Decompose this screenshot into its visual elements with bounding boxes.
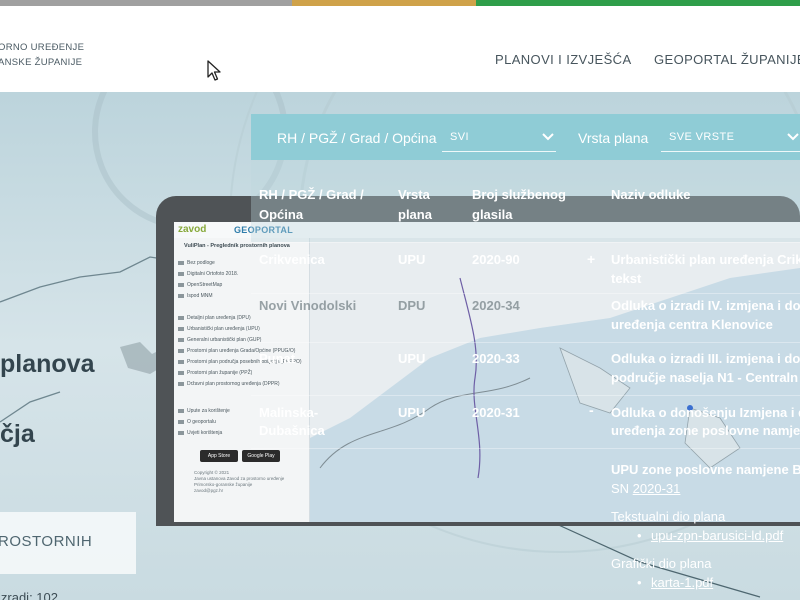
cell-area: Punat xyxy=(259,351,296,366)
cell-type: UPU xyxy=(398,351,426,366)
detail-gazette-link[interactable]: 2020-31 xyxy=(633,481,681,496)
cell-name-line2[interactable]: područje naselja N1 - Centraln xyxy=(611,369,798,387)
screen-layer-item: Bez podloge xyxy=(178,260,215,266)
screen-googleplay-button: Google Play xyxy=(242,450,280,462)
filter-bar: RH / PGŽ / Grad / Općina SVI Vrsta plana… xyxy=(251,114,800,160)
screen-layer-item: Prostorni plan županije (PPŽ) xyxy=(178,370,252,376)
cell-area: Crikvenica xyxy=(259,252,325,267)
filter-area-label: RH / PGŽ / Grad / Općina xyxy=(277,130,437,146)
screen-copyright: zavod@pgz.hr xyxy=(194,488,224,493)
detail-title-prefix: SN xyxy=(611,481,633,496)
hero-info-box-text: ROSTORNIH xyxy=(0,533,93,550)
detail-title-line2: SN 2020-31 xyxy=(611,480,680,498)
cell-name-line2[interactable]: uređenja zone poslovne namje xyxy=(611,422,800,440)
column-header-type[interactable]: Vrsta plana xyxy=(398,185,458,225)
cell-gazette: 2020-90 xyxy=(472,252,520,267)
cell-name-line1[interactable]: Odluka o izradi III. izmjena i dop xyxy=(611,350,800,368)
detail-graphic-file-link[interactable]: karta-1.pdf xyxy=(637,574,713,592)
logo-text-line2[interactable]: ANSKE ŽUPANIJE xyxy=(0,57,82,68)
nav-geoportal-zupanije[interactable]: GEOPORTAL ŽUPANIJE xyxy=(654,52,800,67)
row-divider xyxy=(251,342,800,343)
site-header: ORNO UREĐENJE ANSKE ŽUPANIJE PLANOVI I I… xyxy=(0,6,800,92)
cell-gazette: 2020-34 xyxy=(472,298,520,313)
cell-area: Novi Vinodolski xyxy=(259,298,357,313)
row-divider xyxy=(251,448,800,449)
logo-text-line1[interactable]: ORNO UREĐENJE xyxy=(0,42,84,53)
cell-name-line1[interactable]: Urbanistički plan uređenja Crik xyxy=(611,251,800,269)
detail-title-line1: UPU zone poslovne namjene B xyxy=(611,462,800,477)
filter-type-select[interactable]: SVE VRSTE xyxy=(661,125,800,152)
cell-type: DPU xyxy=(398,298,426,313)
screen-layer-panel: VuliPlan - Pregledník prostornih planova… xyxy=(174,238,310,522)
screen-layer-item: Generalni urbanistički plan (GUP) xyxy=(178,337,261,343)
filter-type-label: Vrsta plana xyxy=(578,130,649,146)
screen-appstore-button: App Store xyxy=(200,450,238,462)
hero-title-line1: planova xyxy=(0,350,95,378)
column-header-area[interactable]: RH / PGŽ / Grad / Općina xyxy=(259,185,379,225)
mouse-cursor-icon xyxy=(207,60,221,81)
detail-text-file-link[interactable]: upu-zpn-barusici-ld.pdf xyxy=(637,527,783,545)
chevron-down-icon xyxy=(542,133,554,141)
row-divider xyxy=(251,242,800,243)
cell-area-line1: Malinska- xyxy=(259,405,319,420)
filter-area-select[interactable]: SVI xyxy=(442,125,556,152)
detail-graphic-label: Grafički dio plana xyxy=(611,556,712,571)
cell-gazette: 2020-33 xyxy=(472,351,520,366)
cell-name-line1[interactable]: Odluka o izradi IV. izmjena i do xyxy=(611,297,800,315)
screen-layer-item: Ispod MNM xyxy=(178,293,213,299)
screen-copyright: Primorsko-goranske županije xyxy=(194,482,253,487)
chevron-down-icon xyxy=(787,133,799,141)
screen-layer-item: Državni plan prostornog uređenja (DPPR) xyxy=(178,381,280,387)
cell-gazette: 2020-31 xyxy=(472,405,520,420)
screen-menu-item: Uvjeti korištenja xyxy=(178,430,222,436)
expand-toggle[interactable]: + xyxy=(587,251,595,267)
screen-layer-item: Detaljni plan uređenja (DPU) xyxy=(178,315,251,321)
screen-copyright: Javna ustanova Zavod za prostorno uređen… xyxy=(194,476,285,481)
screen-panel-title: VuliPlan - Pregledník prostornih planova xyxy=(184,243,290,249)
cell-name-line2[interactable]: tekst xyxy=(611,270,641,288)
cell-type: UPU xyxy=(398,252,426,267)
filter-type-value: SVE VRSTE xyxy=(669,131,735,143)
screen-logo: zavod xyxy=(178,224,207,235)
hero-title-line2: čja xyxy=(0,420,35,448)
nav-planovi-izvjesca[interactable]: PLANOVI I IZVJEŠĆA xyxy=(495,52,632,67)
cell-type: UPU xyxy=(398,405,426,420)
filter-area-value: SVI xyxy=(450,131,469,143)
hero-count-text: izradi: 102 xyxy=(0,590,58,600)
cell-name-line2[interactable]: uređenja centra Klenovice xyxy=(611,316,773,334)
column-header-gazette[interactable]: Broj službenog glasila xyxy=(472,185,582,225)
screen-menu-item: O geoportalu xyxy=(178,419,216,425)
row-divider xyxy=(251,293,800,294)
screen-layer-item: Urbanistički plan uređenja (UPU) xyxy=(178,326,260,332)
screen-layer-item: OpenStreetMap xyxy=(178,282,222,288)
cell-name-line1[interactable]: Odluka o donošenju Izmjena i d xyxy=(611,404,800,422)
column-header-name[interactable]: Naziv odluke xyxy=(611,185,791,205)
screen-copyright: Copyright © 2021 xyxy=(194,470,230,475)
screen-menu-item: Upute za korištenje xyxy=(178,408,230,414)
collapse-toggle[interactable]: - xyxy=(589,402,594,418)
row-divider xyxy=(251,395,800,396)
cell-area-line2: Dubašnica xyxy=(259,423,325,438)
screen-layer-item: Digitalni Ortofoto 2018. xyxy=(178,271,238,277)
detail-text-label: Tekstualni dio plana xyxy=(611,509,726,524)
